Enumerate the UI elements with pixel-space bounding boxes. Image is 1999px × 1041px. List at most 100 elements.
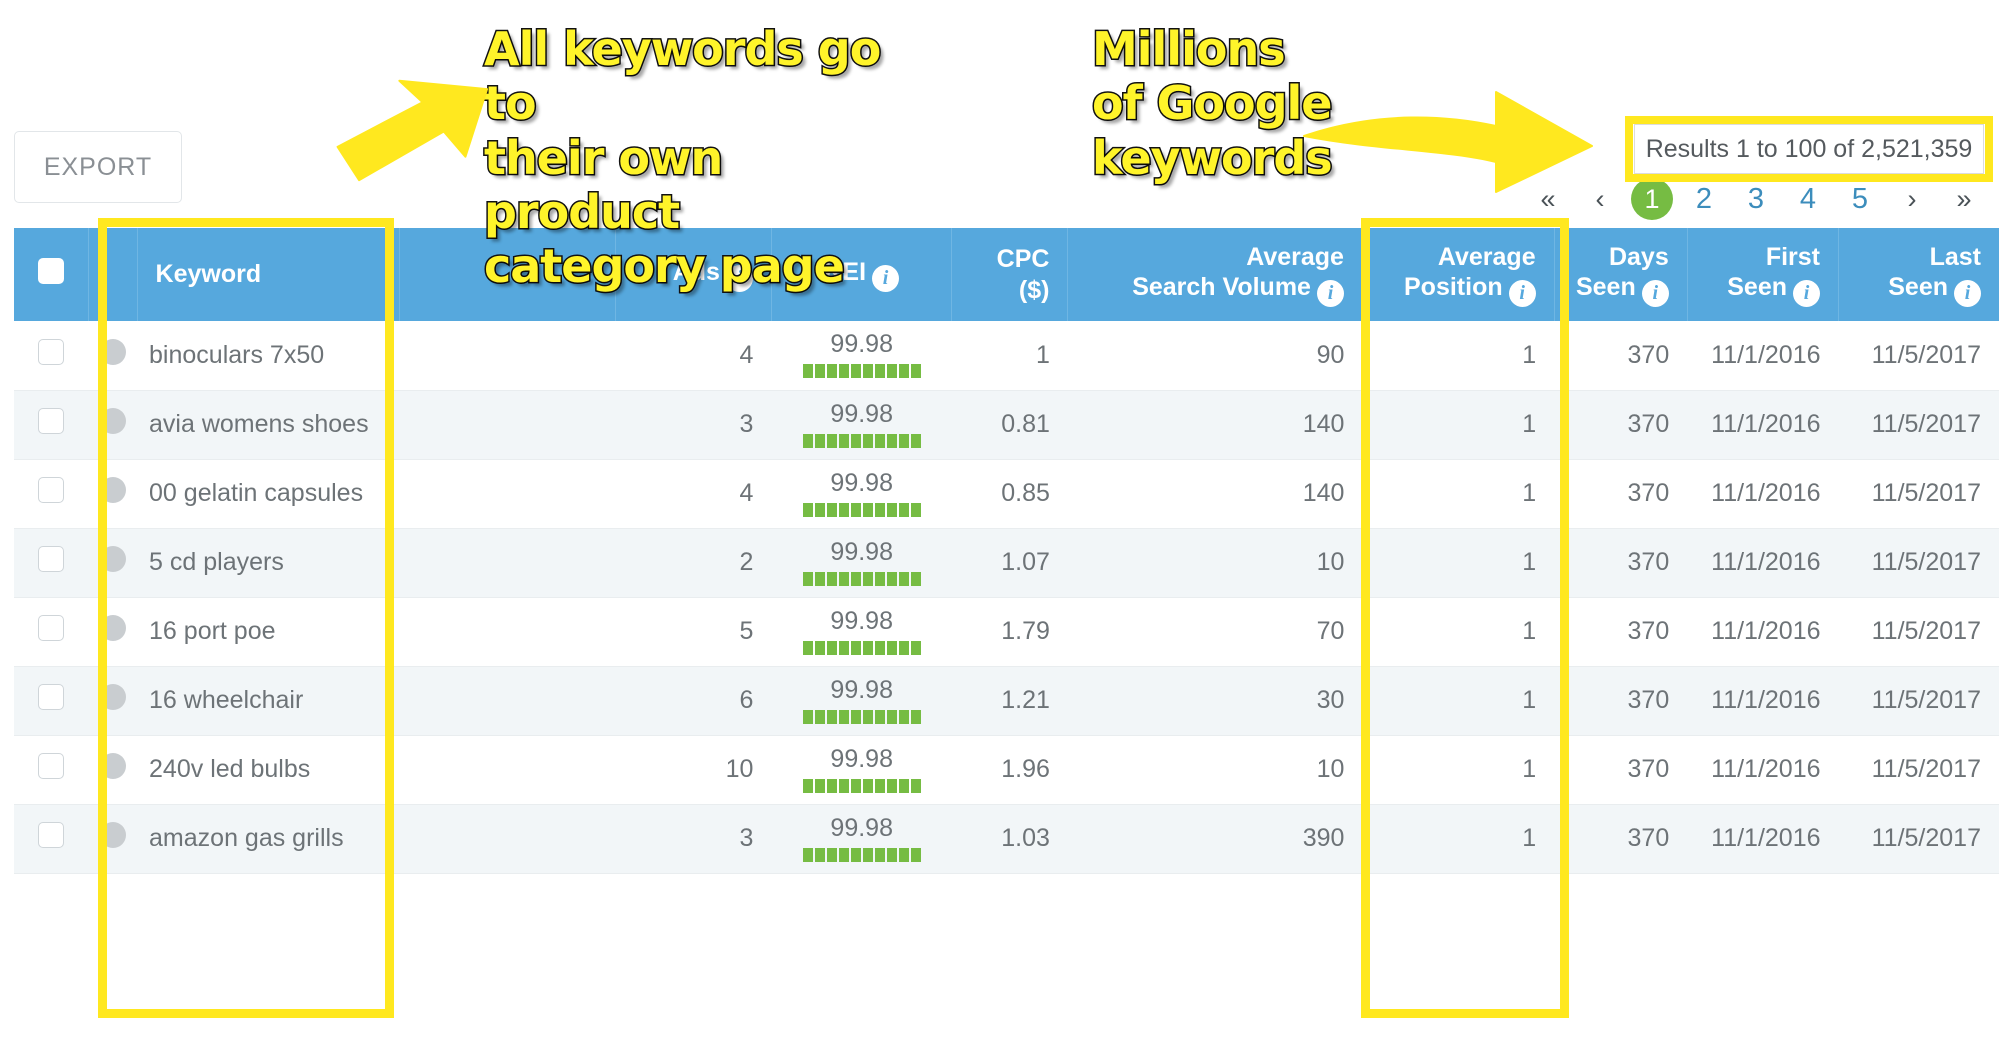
kei-bar-segment: [874, 709, 885, 724]
row-checkbox[interactable]: [38, 477, 65, 503]
cell-last: 11/5/2017: [1838, 666, 1999, 736]
cell-asv: 90: [1067, 321, 1363, 391]
pagination-first[interactable]: «: [1522, 178, 1574, 220]
pagination-page-4[interactable]: 4: [1782, 178, 1834, 220]
row-favicon-cell: [88, 597, 138, 667]
kei-bar-segment: [910, 640, 921, 655]
row-checkbox[interactable]: [38, 615, 65, 641]
kei-bar-segment: [814, 847, 825, 862]
table-row[interactable]: 240v led bulbs 10 99.98 1.96 10 1 370 11/1/2016…: [14, 735, 1999, 805]
pagination-last[interactable]: »: [1938, 178, 1990, 220]
row-checkbox[interactable]: [38, 338, 65, 365]
cell-keyword[interactable]: amazon gas grills: [137, 804, 400, 874]
cell-kei: 99.98: [771, 597, 952, 667]
info-icon[interactable]: i: [1641, 280, 1669, 308]
row-checkbox[interactable]: [38, 684, 65, 710]
kei-bar-segment: [886, 364, 897, 379]
export-button[interactable]: EXPORT: [14, 131, 182, 203]
cell-keyword[interactable]: 00 gelatin capsules: [137, 459, 400, 529]
info-icon[interactable]: i: [1954, 280, 1981, 308]
info-icon[interactable]: i: [1316, 280, 1344, 308]
column-header-spacer[interactable]: [399, 228, 616, 321]
row-checkbox[interactable]: [38, 546, 65, 572]
cell-keyword[interactable]: 5 cd players: [137, 528, 400, 598]
results-summary-text: Results 1 to 100 of 2,521,359: [1645, 134, 1973, 163]
kei-value: 99.98: [830, 330, 893, 359]
table-row[interactable]: 5 cd players 2 99.98 1.07 10 1 370 11/1/2016 11/…: [14, 528, 1999, 598]
cell-keyword[interactable]: 240v led bulbs: [137, 735, 400, 805]
table-row[interactable]: binoculars 7x50 4 99.98 1 90 1 370 11/1/2016 11/…: [14, 321, 1999, 391]
pagination[interactable]: «‹ 1 2 3 4 5 ›»: [1470, 178, 1990, 220]
pagination-page-5[interactable]: 5: [1834, 178, 1886, 220]
pagination-next[interactable]: ›: [1886, 178, 1938, 220]
cell-cpc: 0.81: [951, 390, 1068, 460]
kei-bar-segment: [886, 571, 897, 586]
cell-keyword[interactable]: avia womens shoes: [137, 390, 400, 460]
cell-keyword[interactable]: 16 port poe: [137, 597, 400, 667]
cell-first: 11/1/2016: [1687, 804, 1839, 874]
kei-bar-segment: [814, 640, 825, 655]
kei-bar-segment: [862, 778, 873, 793]
kei-bar-segment: [850, 502, 861, 517]
kei-bar: [789, 778, 934, 793]
cell-days: 370: [1554, 390, 1688, 460]
cell-ads: 10: [615, 735, 772, 805]
table-row[interactable]: 00 gelatin capsules 4 99.98 0.85 140 1 370 11/1…: [14, 459, 1999, 529]
kei-bar-segment: [874, 640, 885, 655]
kei-bar-segment: [826, 640, 837, 655]
cell-cpc: 1.03: [951, 804, 1068, 874]
table-row[interactable]: amazon gas grills 3 99.98 1.03 390 1 370 11/1/2…: [14, 804, 1999, 874]
select-all-checkbox[interactable]: [38, 257, 65, 284]
column-header-asv[interactable]: Average Search Volume i: [1067, 228, 1363, 321]
column-header-apos[interactable]: Average Position i: [1362, 228, 1555, 321]
column-header-kei[interactable]: KEI i: [771, 228, 953, 321]
cell-cpc: 1.21: [951, 666, 1068, 736]
column-header-ads[interactable]: Ads i: [615, 228, 772, 321]
column-header-label: Keyword: [155, 260, 262, 289]
table-row[interactable]: avia womens shoes 3 99.98 0.81 140 1 370 11/1/2…: [14, 390, 1999, 460]
cell-keyword[interactable]: 16 wheelchair: [137, 666, 400, 736]
kei-bar: [789, 640, 934, 655]
column-header-last[interactable]: Last Seen i: [1838, 228, 1999, 321]
column-header-label: Average Search Volume: [1132, 242, 1344, 302]
row-spacer-cell: [399, 735, 616, 805]
pagination-prev[interactable]: ‹: [1574, 178, 1626, 220]
column-header-check[interactable]: [14, 228, 90, 321]
cell-cpc: 1.07: [951, 528, 1068, 598]
pagination-page-2[interactable]: 2: [1678, 178, 1730, 220]
kei-bar: [789, 364, 934, 379]
kei-bar-segment: [814, 571, 825, 586]
pagination-page-3[interactable]: 3: [1730, 178, 1782, 220]
kei-bar-segment: [814, 709, 825, 724]
column-header-days[interactable]: Days Seen i: [1554, 228, 1688, 321]
cell-apos: 1: [1362, 666, 1555, 736]
table-row[interactable]: 16 port poe 5 99.98 1.79 70 1 370 11/1/2016 11/5…: [14, 597, 1999, 667]
kei-bar-segment: [910, 709, 921, 724]
cell-days: 370: [1554, 528, 1688, 598]
info-icon[interactable]: i: [1793, 280, 1821, 308]
column-header-fav[interactable]: [88, 228, 138, 321]
pagination-page-1[interactable]: 1: [1631, 178, 1673, 220]
column-header-cpc[interactable]: CPC ($): [951, 228, 1069, 321]
info-icon[interactable]: i: [1508, 280, 1536, 308]
table-row[interactable]: 16 wheelchair 6 99.98 1.21 30 1 370 11/1/2016 11…: [14, 666, 1999, 736]
kei-bar-segment: [838, 433, 849, 448]
cell-cpc: 1.79: [951, 597, 1068, 667]
cell-last: 11/5/2017: [1838, 597, 1999, 667]
kei-bar-segment: [898, 364, 909, 379]
cell-asv: 10: [1067, 528, 1363, 598]
column-header-keyword[interactable]: Keyword: [137, 228, 400, 321]
cell-keyword[interactable]: binoculars 7x50: [137, 321, 400, 391]
row-checkbox-cell: [14, 390, 89, 460]
kei-bar-segment: [862, 571, 873, 586]
site-favicon-icon: [99, 546, 126, 572]
row-checkbox[interactable]: [38, 408, 65, 434]
info-icon[interactable]: i: [872, 265, 900, 292]
info-icon[interactable]: i: [725, 265, 753, 292]
kei-bar-segment: [826, 571, 837, 586]
column-header-first[interactable]: First Seen i: [1687, 228, 1840, 321]
kei-bar-segment: [814, 364, 825, 379]
row-checkbox[interactable]: [38, 753, 65, 779]
cell-last: 11/5/2017: [1838, 321, 1999, 391]
row-checkbox[interactable]: [38, 822, 65, 848]
